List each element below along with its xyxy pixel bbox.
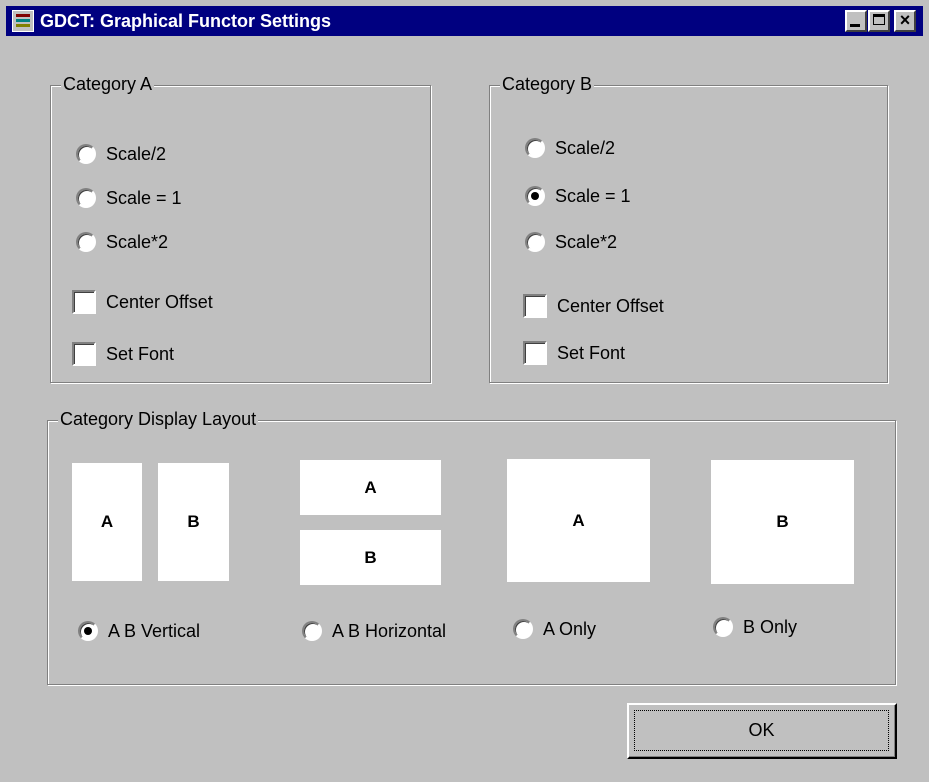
preview-a-only: A	[507, 459, 650, 582]
category-b-scale-double-radio[interactable]	[525, 232, 545, 252]
category-a-center-offset-checkbox[interactable]	[72, 290, 96, 314]
preview-horizontal-b: B	[300, 530, 441, 585]
category-a-center-offset-option[interactable]: Center Offset	[72, 288, 213, 316]
display-layout-label: Category Display Layout	[58, 409, 259, 430]
preview-b-only: B	[711, 460, 854, 584]
layout-a-only-option[interactable]: A Only	[513, 615, 596, 643]
layout-b-only-radio[interactable]	[713, 617, 733, 637]
close-icon: ×	[899, 10, 911, 30]
minimize-icon	[850, 24, 860, 27]
category-b-center-offset-option[interactable]: Center Offset	[523, 292, 664, 320]
category-b-scale-half-option[interactable]: Scale/2	[525, 134, 615, 162]
category-a-scale-one-label: Scale = 1	[106, 187, 182, 208]
category-b-center-offset-label: Center Offset	[557, 295, 664, 316]
category-b-scale-double-option[interactable]: Scale*2	[525, 228, 617, 256]
category-a-scale-double-label: Scale*2	[106, 231, 169, 252]
layout-a-only-label: A Only	[543, 618, 597, 639]
category-a-set-font-label: Set Font	[106, 343, 175, 364]
category-b-set-font-label: Set Font	[557, 342, 626, 363]
layout-b-only-option[interactable]: B Only	[713, 613, 797, 641]
category-a-label: Category A	[61, 74, 155, 95]
category-a-scale-one-option[interactable]: Scale = 1	[76, 184, 182, 212]
preview-horizontal-a: A	[300, 460, 441, 515]
java-cup-icon[interactable]	[12, 10, 34, 32]
category-a-scale-double-option[interactable]: Scale*2	[76, 228, 168, 256]
preview-vertical-b: B	[158, 463, 229, 581]
category-b-scale-half-radio[interactable]	[525, 138, 545, 158]
window-title: GDCT: Graphical Functor Settings	[40, 11, 332, 31]
category-a-set-font-checkbox[interactable]	[72, 342, 96, 366]
layout-ab-horizontal-option[interactable]: A B Horizontal	[302, 617, 446, 645]
maximize-icon	[873, 14, 885, 25]
preview-vertical-a: A	[72, 463, 142, 581]
category-b-label: Category B	[500, 74, 595, 95]
category-b-scale-one-label: Scale = 1	[555, 185, 631, 206]
title-bar[interactable]: GDCT: Graphical Functor Settings ×	[6, 6, 923, 36]
layout-b-only-label: B Only	[743, 616, 798, 637]
category-a-scale-double-radio[interactable]	[76, 232, 96, 252]
category-b-scale-one-radio[interactable]	[525, 186, 545, 206]
layout-ab-horizontal-label: A B Horizontal	[332, 620, 447, 641]
ok-button-label: OK	[634, 710, 889, 751]
category-a-center-offset-label: Center Offset	[106, 291, 213, 312]
category-a-scale-half-label: Scale/2	[106, 143, 167, 164]
category-b-set-font-checkbox[interactable]	[523, 341, 547, 365]
category-a-set-font-option[interactable]: Set Font	[72, 340, 174, 368]
category-a-scale-half-option[interactable]: Scale/2	[76, 140, 166, 168]
layout-ab-vertical-radio[interactable]	[78, 621, 98, 641]
category-b-center-offset-checkbox[interactable]	[523, 294, 547, 318]
minimize-button[interactable]	[845, 10, 867, 32]
category-b-scale-double-label: Scale*2	[555, 231, 618, 252]
category-a-scale-one-radio[interactable]	[76, 188, 96, 208]
category-a-scale-half-radio[interactable]	[76, 144, 96, 164]
category-b-set-font-option[interactable]: Set Font	[523, 339, 625, 367]
layout-ab-vertical-option[interactable]: A B Vertical	[78, 617, 200, 645]
maximize-button[interactable]	[868, 10, 890, 32]
layout-a-only-radio[interactable]	[513, 619, 533, 639]
close-button[interactable]: ×	[894, 10, 916, 32]
layout-ab-vertical-label: A B Vertical	[108, 620, 201, 641]
category-b-scale-half-label: Scale/2	[555, 137, 616, 158]
layout-ab-horizontal-radio[interactable]	[302, 621, 322, 641]
category-b-scale-one-option[interactable]: Scale = 1	[525, 182, 631, 210]
ok-button[interactable]: OK	[627, 703, 897, 759]
settings-window: GDCT: Graphical Functor Settings × Categ…	[0, 0, 929, 782]
